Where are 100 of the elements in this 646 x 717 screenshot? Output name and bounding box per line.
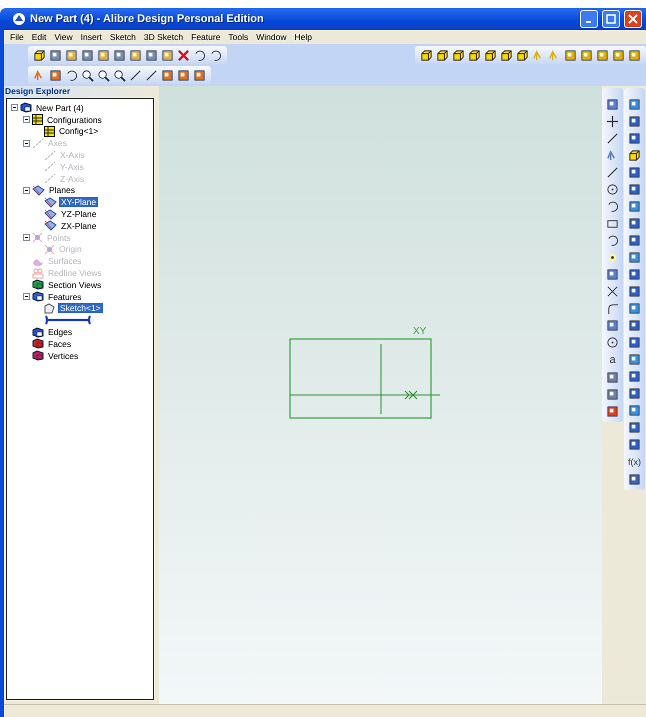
tree-item[interactable]: Edges [46,327,74,338]
tool-icon[interactable] [628,404,641,417]
line-icon[interactable] [129,68,142,82]
cube-icon[interactable] [468,48,481,62]
tool-icon[interactable] [628,166,641,179]
line-icon[interactable] [606,166,619,179]
tool-icon[interactable] [161,68,174,82]
circle-icon[interactable] [606,183,619,196]
cube-icon[interactable] [484,48,497,62]
tool-icon[interactable] [628,353,641,366]
tree-item[interactable]: New Part (4) [34,102,86,113]
cube-icon[interactable] [628,149,641,162]
tree-item[interactable]: Section Views [46,280,104,290]
tool-icon[interactable] [606,268,619,281]
tool-icon[interactable] [628,285,641,298]
tool-icon[interactable] [580,48,593,62]
tool-icon[interactable] [628,268,641,281]
tool-icon[interactable] [177,68,190,82]
line-icon[interactable] [145,68,158,82]
circle-icon[interactable] [606,336,619,349]
tool-icon[interactable] [49,48,62,62]
collapse-toggle[interactable] [23,293,30,300]
tool-icon[interactable] [606,388,619,401]
cube-icon[interactable] [436,48,449,62]
tree-item[interactable]: Features [46,292,84,302]
arc-icon[interactable] [193,48,206,62]
menu-item[interactable]: File [6,32,28,42]
tool-icon[interactable] [113,48,126,62]
tool-icon[interactable] [145,48,158,62]
menu-item[interactable]: Edit [28,32,50,42]
zoom-icon[interactable] [81,68,94,82]
minimize-button[interactable] [580,10,598,28]
tool-icon[interactable] [606,405,619,418]
tool-icon[interactable] [628,48,641,62]
tool-icon[interactable] [628,132,641,145]
tool-icon[interactable] [628,234,641,247]
rollback-bar-icon[interactable] [44,315,92,326]
tree-item[interactable]: Config<1> [57,126,100,136]
menu-item[interactable]: Help [290,32,316,42]
tool-icon[interactable] [628,217,641,230]
tool-icon[interactable] [193,68,206,82]
tree-item[interactable]: Vertices [46,350,80,361]
zoom-icon[interactable] [113,68,126,82]
menu-item[interactable]: Insert [76,32,106,42]
fillet-icon[interactable] [606,302,619,315]
line-icon[interactable] [606,132,619,145]
arc-icon[interactable] [606,200,619,213]
trim-icon[interactable] [606,285,619,298]
tool-icon[interactable] [612,48,625,62]
tool-icon[interactable] [49,68,62,82]
zoom-icon[interactable] [97,68,110,82]
collapse-toggle[interactable] [23,186,30,194]
menu-item[interactable]: Feature [187,32,224,42]
tool-icon[interactable] [628,98,641,111]
collapse-toggle[interactable] [11,104,18,112]
tree-item[interactable]: XY-Plane [59,197,98,208]
tool-icon[interactable] [596,48,609,62]
tool-icon[interactable] [628,200,641,213]
tool-icon[interactable] [628,438,641,451]
tree-item[interactable]: Configurations [45,114,104,125]
cube-icon[interactable] [33,48,46,62]
tool-icon[interactable] [628,251,641,264]
menu-item[interactable]: 3D Sketch [140,32,188,42]
menu-item[interactable]: Tools [224,32,252,42]
tool-icon[interactable] [606,371,619,384]
tree-item[interactable]: Planes [47,185,77,196]
arc-icon[interactable] [606,234,619,247]
tool-icon[interactable] [97,48,110,62]
tree-item[interactable]: Sketch<1> [58,303,103,314]
menu-item[interactable]: View [50,32,77,42]
arc-icon[interactable] [209,48,222,62]
tree-item[interactable]: Faces [46,338,74,349]
tool-icon[interactable] [628,473,641,486]
collapse-toggle[interactable] [23,116,30,124]
tool-icon[interactable] [606,98,619,111]
maximize-button[interactable] [602,10,620,28]
tool-icon[interactable] [81,48,94,62]
text-tool-button[interactable]: a [609,353,616,367]
menu-item[interactable]: Window [252,32,290,42]
tool-icon[interactable] [628,319,641,332]
tool-icon[interactable] [628,421,641,434]
cube-icon[interactable] [420,48,433,62]
function-tool-button[interactable]: f(x) [628,455,641,469]
tool-icon[interactable] [564,48,577,62]
cube-icon[interactable] [516,48,529,62]
arc-icon[interactable] [65,68,78,82]
tool-icon[interactable] [628,183,641,196]
cube-icon[interactable] [500,48,513,62]
tool-icon[interactable] [628,387,641,400]
tree-item[interactable]: YZ-Plane [59,209,98,220]
tool-icon[interactable] [628,370,641,383]
tool-icon[interactable] [628,115,641,128]
menu-item[interactable]: Sketch [106,32,140,42]
tool-icon[interactable] [65,48,78,62]
plus-icon[interactable] [606,115,619,128]
tool-icon[interactable] [606,319,619,332]
point-icon[interactable] [606,251,619,264]
cube-icon[interactable] [452,48,465,62]
tool-icon[interactable] [628,302,641,315]
tool-icon[interactable] [628,336,641,349]
